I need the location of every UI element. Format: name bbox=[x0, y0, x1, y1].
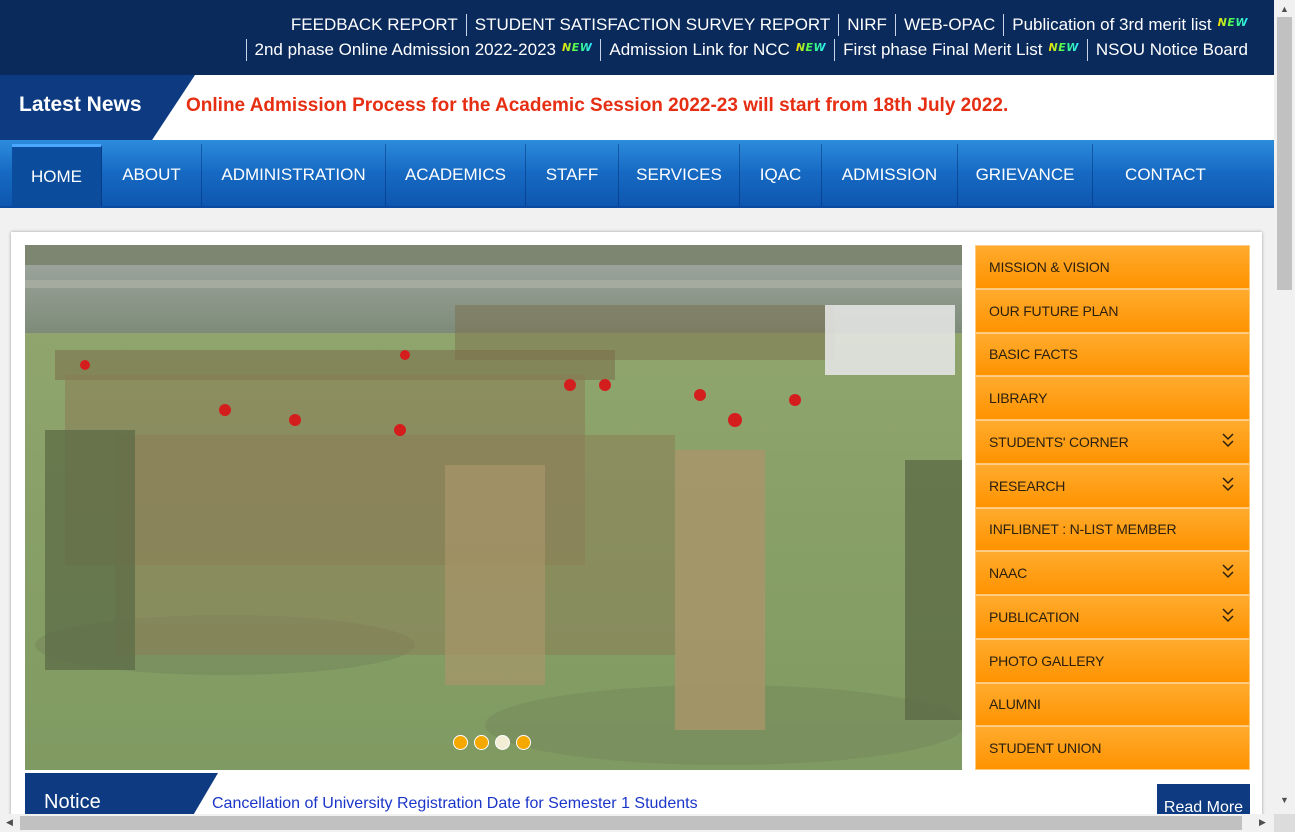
scrollbar-corner bbox=[1274, 814, 1295, 832]
vertical-scroll-thumb[interactable] bbox=[1277, 17, 1292, 290]
sidebar-item-label: PHOTO GALLERY bbox=[989, 652, 1105, 669]
page: FEEDBACK REPORT STUDENT SATISFACTION SUR… bbox=[0, 0, 1295, 832]
nav-iqac[interactable]: IQAC bbox=[740, 144, 822, 206]
top-link-2nd-phase-admission[interactable]: 2nd phase Online Admission 2022-2023 NEW bbox=[245, 39, 601, 61]
horizontal-scrollbar[interactable]: ◀ ▶ bbox=[0, 814, 1274, 832]
nav-contact[interactable]: CONTACT bbox=[1093, 144, 1238, 206]
sidebar-item-label: MISSION & VISION bbox=[989, 258, 1110, 275]
slider-dot-1[interactable] bbox=[453, 735, 468, 750]
double-chevron-down-icon bbox=[1222, 608, 1234, 623]
sidebar-item-label: LIBRARY bbox=[989, 390, 1048, 407]
nav-academics[interactable]: ACADEMICS bbox=[386, 144, 526, 206]
slider-photo bbox=[25, 245, 962, 770]
sidebar-item-label: NAAC bbox=[989, 565, 1028, 582]
slider-dots bbox=[453, 735, 531, 750]
latest-news-label: Latest News bbox=[0, 75, 195, 140]
top-link-ncc-admission[interactable]: Admission Link for NCC NEW bbox=[600, 39, 834, 61]
top-link-3rd-merit-list[interactable]: Publication of 3rd merit list NEW bbox=[1003, 14, 1256, 36]
sidebar-item-research[interactable]: RESEARCH bbox=[975, 463, 1250, 508]
sidebar-item-label: STUDENTS' CORNER bbox=[989, 433, 1129, 450]
sidebar-item-publication[interactable]: PUBLICATION bbox=[975, 595, 1250, 639]
sidebar-item-label: PUBLICATION bbox=[989, 608, 1080, 625]
top-link-web-opac[interactable]: WEB-OPAC bbox=[894, 14, 1003, 36]
nav-grievance[interactable]: GRIEVANCE bbox=[958, 144, 1093, 206]
latest-news-bar: Latest News Online Admission Process for… bbox=[0, 75, 1274, 140]
sidebar-item-label: INFLIBNET : N-LIST MEMBER bbox=[989, 521, 1177, 538]
latest-news-ticker[interactable]: Online Admission Process for the Academi… bbox=[186, 95, 1008, 117]
top-link-label: WEB-OPAC bbox=[903, 15, 996, 34]
slider-dot-4[interactable] bbox=[516, 735, 531, 750]
sidebar-item-inflibnet[interactable]: INFLIBNET : N-LIST MEMBER bbox=[975, 507, 1250, 552]
sidebar-item-student-union[interactable]: STUDENT UNION bbox=[975, 726, 1250, 770]
scroll-right-arrow-icon[interactable]: ▶ bbox=[1259, 818, 1266, 827]
double-chevron-down-icon bbox=[1222, 564, 1234, 579]
nav-administration[interactable]: ADMINISTRATION bbox=[202, 144, 386, 206]
sidebar-item-mission-vision[interactable]: MISSION & VISION bbox=[975, 245, 1250, 289]
top-link-label: 2nd phase Online Admission 2022-2023 bbox=[254, 40, 557, 59]
notice-link[interactable]: Cancellation of University Registration … bbox=[212, 795, 698, 813]
nav-admission[interactable]: ADMISSION bbox=[822, 144, 958, 206]
main-nav: HOME ABOUT ADMINISTRATION ACADEMICS STAF… bbox=[0, 140, 1274, 208]
sidebar-item-basic-facts[interactable]: BASIC FACTS bbox=[975, 332, 1250, 377]
top-link-label: First phase Final Merit List bbox=[843, 40, 1043, 59]
sidebar-item-alumni[interactable]: ALUMNI bbox=[975, 682, 1250, 727]
double-chevron-down-icon bbox=[1222, 433, 1234, 448]
nav-home[interactable]: HOME bbox=[12, 144, 102, 206]
sidebar-item-label: OUR FUTURE PLAN bbox=[989, 302, 1119, 319]
sidebar-item-label: STUDENT UNION bbox=[989, 740, 1102, 757]
slider-dot-3[interactable] bbox=[495, 735, 510, 750]
nav-services[interactable]: SERVICES bbox=[619, 144, 740, 206]
new-badge-icon: NEW bbox=[795, 40, 827, 54]
sidebar-item-label: ALUMNI bbox=[989, 696, 1041, 713]
content-panel: MISSION & VISION OUR FUTURE PLAN BASIC F… bbox=[11, 232, 1262, 832]
sidebar-item-naac[interactable]: NAAC bbox=[975, 551, 1250, 595]
sidebar-item-photo-gallery[interactable]: PHOTO GALLERY bbox=[975, 638, 1250, 683]
top-link-feedback-report[interactable]: FEEDBACK REPORT bbox=[283, 14, 466, 36]
new-badge-icon: NEW bbox=[1048, 40, 1079, 54]
top-link-label: Publication of 3rd merit list bbox=[1012, 15, 1212, 34]
horizontal-scroll-thumb[interactable] bbox=[20, 816, 1242, 830]
top-links-bar: FEEDBACK REPORT STUDENT SATISFACTION SUR… bbox=[0, 0, 1274, 75]
top-link-nirf[interactable]: NIRF bbox=[838, 14, 895, 36]
sidebar-menu: MISSION & VISION OUR FUTURE PLAN BASIC F… bbox=[975, 245, 1250, 770]
nav-staff[interactable]: STAFF bbox=[526, 144, 619, 206]
top-link-label: NSOU Notice Board bbox=[1095, 40, 1248, 59]
scroll-down-arrow-icon[interactable]: ▼ bbox=[1280, 796, 1289, 805]
scroll-up-arrow-icon[interactable]: ▲ bbox=[1280, 5, 1289, 14]
top-link-satisfaction-survey[interactable]: STUDENT SATISFACTION SURVEY REPORT bbox=[465, 14, 839, 36]
top-link-label: FEEDBACK REPORT bbox=[290, 15, 458, 34]
top-link-label: Admission Link for NCC bbox=[609, 40, 790, 59]
sidebar-item-label: BASIC FACTS bbox=[989, 346, 1078, 363]
new-badge-icon: NEW bbox=[1217, 15, 1248, 29]
top-links-row-1: FEEDBACK REPORT STUDENT SATISFACTION SUR… bbox=[283, 14, 1256, 36]
sidebar-item-label: RESEARCH bbox=[989, 477, 1066, 494]
double-chevron-down-icon bbox=[1222, 477, 1234, 491]
sidebar-item-future-plan[interactable]: OUR FUTURE PLAN bbox=[975, 288, 1250, 333]
slider-dot-2[interactable] bbox=[474, 735, 489, 750]
top-link-label: NIRF bbox=[847, 15, 887, 34]
image-slider[interactable] bbox=[25, 245, 962, 770]
new-badge-icon: NEW bbox=[562, 40, 593, 54]
sidebar-item-library[interactable]: LIBRARY bbox=[975, 376, 1250, 420]
nav-about[interactable]: ABOUT bbox=[102, 144, 202, 206]
top-links-row-2: 2nd phase Online Admission 2022-2023 NEW … bbox=[245, 39, 1257, 61]
scroll-left-arrow-icon[interactable]: ◀ bbox=[6, 818, 13, 827]
top-link-nsou-notice-board[interactable]: NSOU Notice Board bbox=[1086, 39, 1256, 61]
top-link-first-phase-merit[interactable]: First phase Final Merit List NEW bbox=[834, 39, 1087, 61]
sidebar-item-students-corner[interactable]: STUDENTS' CORNER bbox=[975, 420, 1250, 464]
top-link-label: STUDENT SATISFACTION SURVEY REPORT bbox=[474, 15, 831, 34]
vertical-scrollbar[interactable]: ▲ ▼ bbox=[1274, 0, 1295, 814]
